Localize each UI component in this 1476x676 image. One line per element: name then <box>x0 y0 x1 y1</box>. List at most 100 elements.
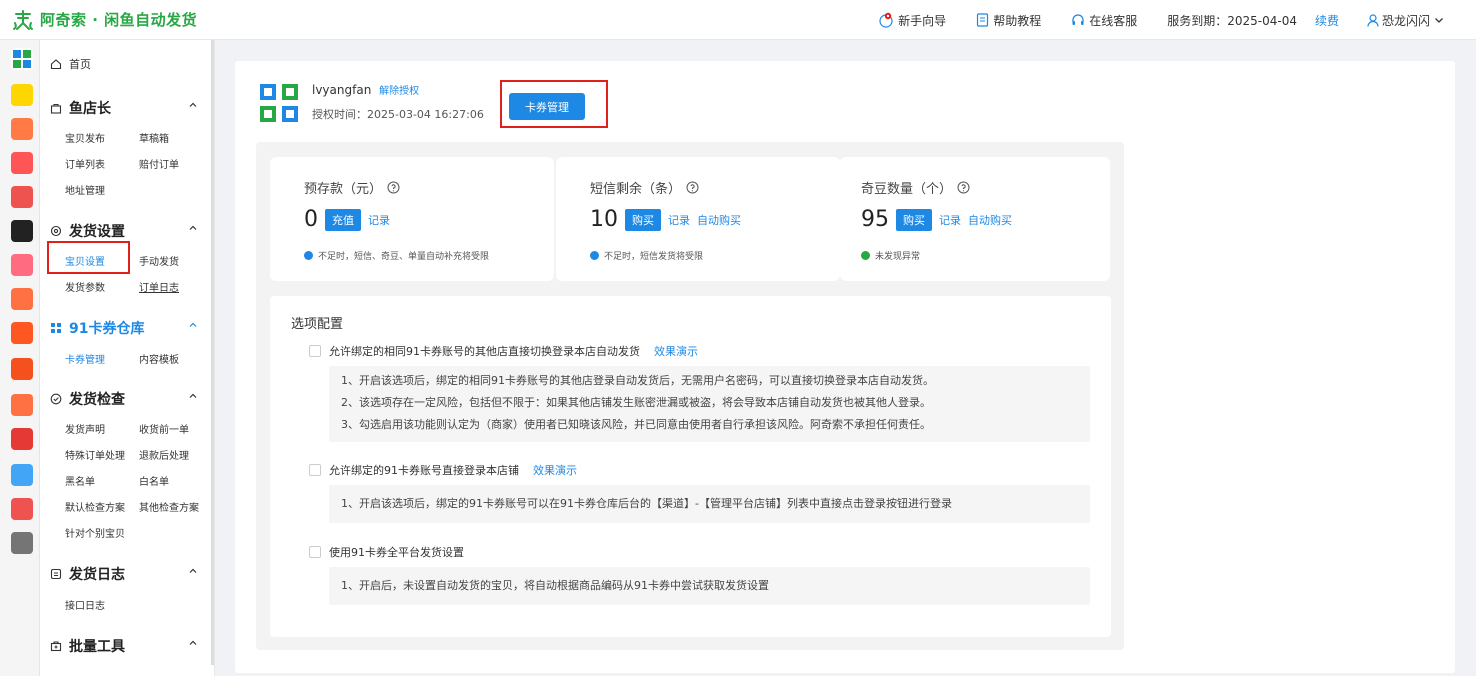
guide-link[interactable]: 新手向导 <box>878 12 946 29</box>
shop-app-icon[interactable] <box>11 152 33 174</box>
link-app-icon[interactable] <box>11 464 33 486</box>
menu-item-order-log[interactable]: 订单日志 <box>139 279 179 294</box>
demo-link[interactable]: 效果演示 <box>654 343 698 359</box>
section-delivery-check[interactable]: 发货检查 <box>50 389 198 409</box>
menu-item-compensation[interactable]: 赔付订单 <box>139 156 179 171</box>
app-icon-12[interactable] <box>11 428 33 450</box>
checkbox[interactable] <box>309 546 321 558</box>
checkbox[interactable] <box>309 345 321 357</box>
option-direct-login[interactable]: 允许绑定的91卡券账号直接登录本店铺 效果演示 <box>309 462 577 478</box>
stat-prepaid: 预存款（元） 0 充值 记录 不足时，短信、奇豆、单量自动补充将受限 <box>270 157 554 281</box>
menu-item-content-template[interactable]: 内容模板 <box>139 351 179 366</box>
app-icon-14[interactable] <box>11 498 33 520</box>
section-title: 发货检查 <box>69 392 125 408</box>
desc-line: 2、该选项存在一定风险，包括但不限于：如果其他店铺发生账密泄漏或被盗，将会导致本… <box>341 396 931 409</box>
app-icon-8[interactable] <box>11 288 33 310</box>
question-icon[interactable] <box>686 181 699 194</box>
option-label: 允许绑定的相同91卡券账号的其他店直接切换登录本店自动发货 <box>329 345 640 358</box>
stat-note: 不足时，短信发货将受限 <box>604 252 704 262</box>
service-link[interactable]: 在线客服 <box>1071 12 1137 29</box>
menu-item-orders[interactable]: 订单列表 <box>65 156 105 171</box>
header-actions: 新手向导 帮助教程 在线客服 服务到期：2025-04-04 续费 恐龙闪闪 <box>848 0 1448 40</box>
menu-item-api-log[interactable]: 接口日志 <box>65 597 105 612</box>
menu-item-before-receipt[interactable]: 收货前一单 <box>139 421 189 436</box>
section-fish-store[interactable]: 鱼店长 <box>50 98 198 118</box>
document-icon <box>977 13 989 27</box>
chevron-up-icon <box>189 640 197 645</box>
xianyu-app-icon[interactable] <box>11 84 33 106</box>
card-management-button[interactable]: 卡券管理 <box>509 93 585 120</box>
menu-item-default-scheme[interactable]: 默认检查方案 <box>65 499 125 514</box>
question-icon[interactable] <box>387 181 400 194</box>
thumb-app-icon[interactable] <box>11 322 33 344</box>
menu-item-after-refund[interactable]: 退款后处理 <box>139 447 189 462</box>
section-card-warehouse[interactable]: 91卡券仓库 <box>50 318 198 338</box>
brand[interactable]: 阿奇索 · 闲鱼自动发货 <box>0 9 197 31</box>
option-platform-settings[interactable]: 使用91卡券全平台发货设置 <box>309 544 464 560</box>
recharge-button[interactable]: 充值 <box>325 208 361 231</box>
menu-item-whitelist[interactable]: 白名单 <box>139 473 169 488</box>
unbind-link[interactable]: 解除授权 <box>379 86 419 97</box>
taobao-app-icon[interactable] <box>11 118 33 140</box>
douyin-app-icon[interactable] <box>11 220 33 242</box>
app-icon-11[interactable] <box>11 394 33 416</box>
menu-item-card-management[interactable]: 卡券管理 <box>65 351 105 366</box>
menu-item-drafts[interactable]: 草稿箱 <box>139 130 169 145</box>
log-icon <box>50 568 62 580</box>
stat-value: 0 <box>304 207 318 232</box>
sidebar-scrollbar[interactable] <box>211 40 214 665</box>
desc-line: 1、开启该选项后，绑定的相同91卡券账号的其他店登录自动发货后，无需用户名密码，… <box>341 374 934 387</box>
record-link[interactable]: 记录 <box>368 212 390 228</box>
menu-item-delivery-statement[interactable]: 发货声明 <box>65 421 105 436</box>
card-warehouse-app-icon[interactable] <box>11 48 33 70</box>
check-circle-icon <box>50 393 62 405</box>
sidebar-home[interactable]: 首页 <box>50 56 91 72</box>
menu-item-delivery-params[interactable]: 发货参数 <box>65 279 105 294</box>
xhs-app-icon[interactable] <box>11 254 33 276</box>
options-title: 选项配置 <box>291 317 344 332</box>
buy-beans-button[interactable]: 购买 <box>896 208 932 231</box>
question-icon[interactable] <box>957 181 970 194</box>
store-app-icon[interactable] <box>11 358 33 380</box>
option-description: 1、开启该选项后，绑定的91卡券账号可以在91卡券仓库后台的【渠道】-【管理平台… <box>329 485 1090 523</box>
help-circle-icon <box>879 12 893 28</box>
help-link[interactable]: 帮助教程 <box>976 12 1041 29</box>
account-name: lvyangfan <box>312 83 372 97</box>
user-icon <box>1367 13 1379 27</box>
option-switch-login[interactable]: 允许绑定的相同91卡券账号的其他店直接切换登录本店自动发货 效果演示 <box>309 343 698 359</box>
app-icon-15[interactable] <box>11 532 33 554</box>
menu-item-address[interactable]: 地址管理 <box>65 182 105 197</box>
gift-app-icon[interactable] <box>11 186 33 208</box>
menu-item-other-scheme[interactable]: 其他检查方案 <box>139 499 199 514</box>
auto-buy-link[interactable]: 自动购买 <box>968 212 1012 228</box>
menu-item-individual-items[interactable]: 针对个别宝贝 <box>65 525 125 540</box>
help-label: 帮助教程 <box>993 13 1042 28</box>
section-delivery-settings[interactable]: 发货设置 <box>50 221 198 241</box>
user-menu[interactable]: 恐龙闪闪 <box>1367 12 1448 29</box>
auto-buy-link[interactable]: 自动购买 <box>697 212 741 228</box>
menu-item-manual-delivery[interactable]: 手动发货 <box>139 253 179 268</box>
section-delivery-log[interactable]: 发货日志 <box>50 564 198 584</box>
record-link[interactable]: 记录 <box>668 212 690 228</box>
checkbox[interactable] <box>309 464 321 476</box>
buy-sms-button[interactable]: 购买 <box>625 208 661 231</box>
menu-item-special-orders[interactable]: 特殊订单处理 <box>65 447 125 462</box>
expiry-info: 服务到期：2025-04-04 <box>1167 12 1297 29</box>
renew-link[interactable]: 续费 <box>1315 12 1339 29</box>
guide-label: 新手向导 <box>898 13 947 28</box>
section-title: 发货设置 <box>69 224 125 240</box>
service-label: 在线客服 <box>1089 13 1138 28</box>
stat-value: 95 <box>861 207 889 232</box>
highlight-box-item-settings <box>47 241 130 274</box>
demo-link[interactable]: 效果演示 <box>533 462 577 478</box>
headset-icon <box>1072 14 1084 25</box>
section-batch-tools[interactable]: 批量工具 <box>50 636 198 656</box>
record-link[interactable]: 记录 <box>939 212 961 228</box>
option-description: 1、开启该选项后，绑定的相同91卡券账号的其他店登录自动发货后，无需用户名密码，… <box>329 366 1090 442</box>
stat-label: 预存款（元） <box>304 182 383 197</box>
menu-item-publish[interactable]: 宝贝发布 <box>65 130 105 145</box>
section-title: 批量工具 <box>69 639 125 655</box>
desc-line: 1、开启该选项后，绑定的91卡券账号可以在91卡券仓库后台的【渠道】-【管理平台… <box>341 497 952 510</box>
menu-item-blacklist[interactable]: 黑名单 <box>65 473 95 488</box>
section-title: 91卡券仓库 <box>69 321 145 337</box>
